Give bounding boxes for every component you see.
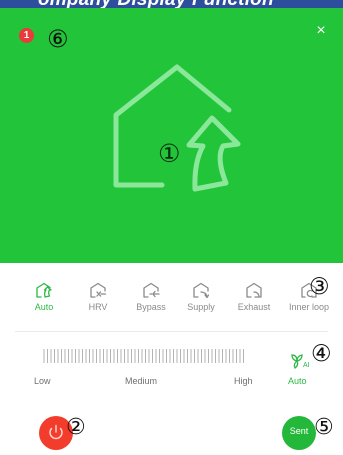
mode-hrv-label: HRV bbox=[88, 302, 108, 312]
header-title-partial: ompany Display Function bbox=[38, 0, 328, 8]
header-strip: ompany Display Function bbox=[0, 0, 343, 8]
mode-selector: Auto HRV Bypass Supply Exhaust Inner loo… bbox=[17, 282, 343, 322]
auto-mode-icon bbox=[36, 282, 52, 298]
callout-4: ④ bbox=[311, 341, 332, 367]
house-with-curved-arrow-icon bbox=[113, 64, 241, 192]
callout-1: ① bbox=[158, 139, 181, 168]
callout-5: ⑤ bbox=[314, 415, 334, 440]
exhaust-mode-icon bbox=[246, 282, 262, 298]
mode-supply-label: Supply bbox=[187, 302, 215, 312]
mode-inner-loop-label: Inner loop bbox=[288, 302, 330, 312]
callout-2: ② bbox=[66, 415, 86, 440]
mode-bypass-label: Bypass bbox=[136, 302, 166, 312]
speed-label-high: High bbox=[234, 376, 253, 386]
speed-label-medium: Medium bbox=[125, 376, 158, 386]
notification-badge: 1 bbox=[19, 28, 34, 43]
mode-bypass[interactable]: Bypass bbox=[124, 282, 178, 312]
mode-exhaust[interactable]: Exhaust bbox=[227, 282, 281, 312]
fan-ai-icon[interactable]: AI bbox=[289, 352, 313, 370]
bypass-mode-icon bbox=[143, 282, 160, 298]
mode-exhaust-label: Exhaust bbox=[237, 302, 271, 312]
hrv-mode-icon bbox=[90, 282, 107, 298]
mode-hrv[interactable]: HRV bbox=[71, 282, 125, 312]
supply-mode-icon bbox=[193, 282, 210, 299]
fan-auto-label: Auto bbox=[288, 376, 307, 386]
mode-auto-label: Auto bbox=[34, 302, 54, 312]
mode-auto[interactable]: Auto bbox=[17, 282, 71, 312]
mode-supply[interactable]: Supply bbox=[174, 282, 228, 312]
fan-speed-slider[interactable] bbox=[43, 347, 249, 365]
send-button[interactable]: Sent bbox=[282, 416, 316, 450]
callout-6: ⑥ bbox=[47, 25, 69, 53]
speed-label-low: Low bbox=[34, 376, 51, 386]
section-divider bbox=[15, 331, 328, 332]
close-button[interactable]: × bbox=[312, 22, 330, 40]
callout-3: ③ bbox=[309, 274, 330, 300]
svg-text:AI: AI bbox=[303, 362, 310, 369]
